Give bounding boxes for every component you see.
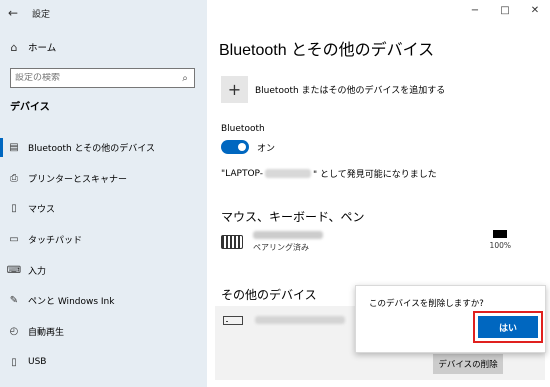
sidebar-item-label: Bluetooth とその他のデバイス [28, 143, 156, 154]
sidebar-item-label: プリンターとスキャナー [28, 174, 128, 185]
back-arrow-icon[interactable]: ← [0, 6, 26, 20]
add-device-label: Bluetooth またはその他のデバイスを追加する [255, 86, 446, 96]
sidebar-item-printers[interactable]: ⎙ プリンターとスキャナー [0, 163, 207, 194]
sidebar: ← 設定 ⌂ ホーム ⌕ デバイス ▤ Bluetooth とその他のデバイス … [0, 0, 207, 387]
home-label: ホーム [28, 43, 57, 54]
sidebar-item-pen[interactable]: ✎ ペンと Windows Ink [0, 285, 207, 316]
touchpad-icon: ▭ [9, 233, 19, 245]
minimize-button[interactable]: − [460, 0, 490, 22]
remove-confirm-popup: このデバイスを削除しますか? はい [355, 285, 546, 353]
page-title: Bluetooth とその他のデバイス [219, 42, 435, 59]
bluetooth-state: オン [257, 143, 276, 154]
pen-icon: ✎ [9, 295, 19, 307]
search-input[interactable] [11, 73, 176, 83]
device-status: ペアリング済み [253, 243, 309, 252]
keyboard-device-icon [221, 235, 243, 249]
sidebar-item-mouse[interactable]: ▯ マウス [0, 193, 207, 224]
app-title: 設定 [32, 9, 51, 20]
window-controls: − □ ✕ [460, 0, 550, 22]
usb-icon: ▯ [11, 356, 17, 368]
mouse-keyboard-pen-heading: マウス、キーボード、ペン [221, 210, 365, 224]
home-icon: ⌂ [10, 40, 18, 54]
sidebar-item-autoplay[interactable]: ◴ 自動再生 [0, 316, 207, 347]
sidebar-item-label: USB [28, 357, 47, 368]
redacted-name [265, 169, 312, 178]
sidebar-item-label: 入力 [28, 266, 47, 277]
yes-button[interactable]: はい [478, 316, 538, 338]
bluetooth-devices-icon: ▤ [9, 141, 19, 153]
search-box[interactable]: ⌕ [10, 68, 195, 88]
bluetooth-toggle[interactable] [221, 140, 249, 154]
remove-device-button[interactable]: デバイスの削除 [433, 354, 503, 374]
discover-prefix: "LAPTOP- [221, 168, 264, 179]
maximize-button[interactable]: □ [490, 0, 520, 22]
home-link[interactable]: ⌂ ホーム [0, 38, 57, 56]
redacted-device-name [255, 316, 345, 324]
section-label: デバイス [10, 102, 50, 113]
keyboard-icon: ⌨ [6, 264, 22, 276]
generic-device-icon [223, 316, 243, 325]
bluetooth-label: Bluetooth [221, 124, 265, 134]
mouse-icon: ▯ [11, 203, 17, 215]
sidebar-item-label: ペンと Windows Ink [28, 297, 115, 308]
sidebar-item-bluetooth[interactable]: ▤ Bluetooth とその他のデバイス [0, 132, 207, 163]
battery-percent: 100% [489, 241, 511, 250]
redacted-device-name [253, 231, 323, 239]
discoverable-text: "LAPTOP- " として発見可能になりました [221, 167, 437, 181]
search-icon[interactable]: ⌕ [176, 73, 194, 84]
sidebar-item-typing[interactable]: ⌨ 入力 [0, 255, 207, 286]
sidebar-item-touchpad[interactable]: ▭ タッチパッド [0, 224, 207, 255]
close-button[interactable]: ✕ [520, 0, 550, 22]
bluetooth-toggle-row: オン [221, 140, 275, 154]
paired-device-keyboard[interactable]: ペアリング済み 100% [221, 228, 511, 256]
sidebar-item-label: マウス [28, 205, 56, 216]
popup-question: このデバイスを削除しますか? [369, 299, 484, 309]
sidebar-nav: ▤ Bluetooth とその他のデバイス ⎙ プリンターとスキャナー ▯ マウ… [0, 132, 207, 378]
other-devices-heading: その他のデバイス [221, 288, 317, 302]
autoplay-icon: ◴ [9, 325, 19, 337]
device-text: ペアリング済み [253, 231, 323, 253]
title-bar: ← 設定 [0, 0, 207, 26]
discover-suffix: " として発見可能になりました [313, 170, 437, 180]
sidebar-item-label: 自動再生 [28, 327, 65, 338]
plus-icon: + [221, 76, 248, 103]
sidebar-item-label: タッチパッド [28, 235, 83, 246]
battery-indicator: 100% [490, 230, 511, 250]
sidebar-item-usb[interactable]: ▯ USB [0, 347, 207, 378]
add-device-button[interactable]: + Bluetooth またはその他のデバイスを追加する [221, 76, 445, 103]
highlight-frame: はい [473, 311, 543, 343]
battery-icon [493, 230, 508, 238]
printer-icon: ⎙ [10, 172, 18, 184]
